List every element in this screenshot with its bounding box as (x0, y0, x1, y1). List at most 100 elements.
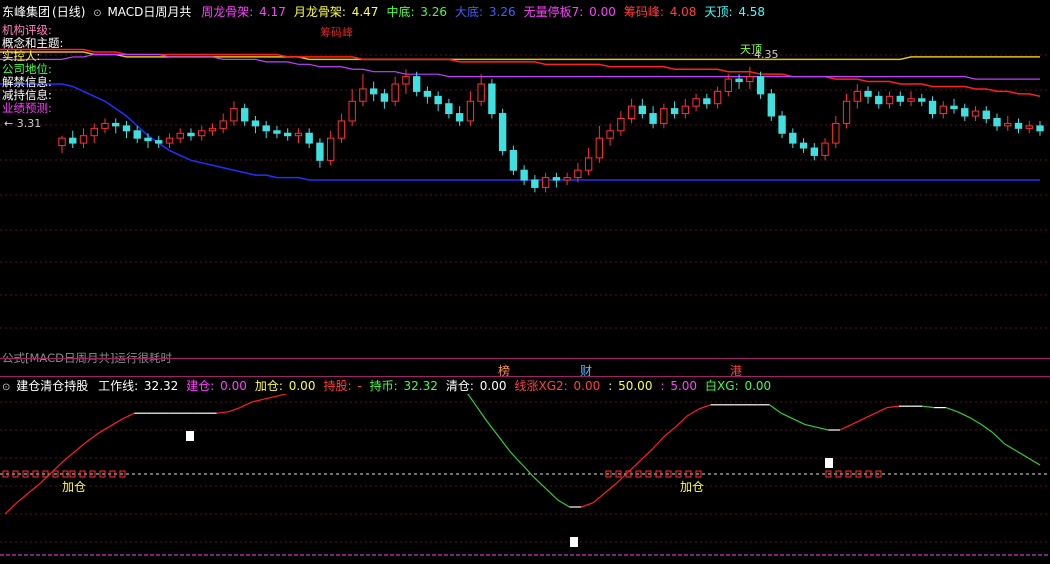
work-line-segment (992, 432, 1006, 445)
candle-up (681, 105, 690, 115)
candle-down (961, 108, 969, 117)
lower-indicator-item: 清仓: 0.00 (446, 379, 509, 393)
lower-indicator-name[interactable]: 建仓清仓持股 (16, 379, 88, 393)
price-chart[interactable] (0, 0, 1050, 355)
work-line-segment (522, 464, 535, 479)
candle-down (756, 76, 765, 95)
candle-down (69, 137, 77, 144)
work-line-segment (957, 411, 970, 418)
lower-indicator-label: 白XG: (705, 379, 739, 393)
candle-down (305, 132, 313, 144)
candle-down (251, 120, 260, 127)
work-line-segment (698, 404, 711, 410)
work-line-segment (486, 421, 500, 438)
lower-indicator-label: : (660, 379, 665, 393)
candle-up (660, 108, 668, 124)
work-line-segment (945, 407, 958, 413)
candle-down (509, 149, 518, 171)
work-line-segment (122, 412, 135, 420)
lower-indicator-values: 工作线: 32.32 建仓: 0.00 加仓: 0.00 持股: - 持币: 32.32… (98, 379, 779, 393)
work-line-segment (686, 408, 700, 417)
candle-up (842, 100, 851, 124)
sky-top-tag: 天顶 (740, 43, 762, 56)
work-line-segment (592, 492, 606, 504)
work-line-segment (1027, 457, 1041, 466)
candle-up (821, 142, 829, 156)
work-line-segment (780, 412, 794, 420)
monthly-dragon-line (0, 51, 1040, 61)
work-line-segment (651, 436, 665, 451)
work-line-segment (498, 436, 512, 453)
work-line-segment (769, 404, 782, 414)
lower-indicator-item: : 50.00 (608, 379, 654, 393)
candle-down (531, 179, 539, 188)
work-line-segment (75, 440, 88, 452)
separator-line-2 (0, 376, 1050, 377)
work-line-segment (263, 395, 276, 400)
work-line-segment (851, 418, 864, 425)
work-line-segment (557, 499, 570, 508)
white-signal-marker (570, 537, 578, 547)
candle-down (316, 142, 324, 161)
candle-down (112, 122, 120, 127)
work-line-segment (474, 404, 488, 422)
candle-up (939, 105, 947, 115)
candle-up (391, 83, 399, 102)
candle-up (574, 169, 582, 179)
candle-down (789, 132, 797, 144)
candle-up (230, 108, 238, 122)
work-line-segment (467, 394, 476, 406)
add-position-label-2: 加仓 (680, 480, 705, 494)
low-price-label: ← 3.31 (4, 117, 42, 130)
candle-up (713, 90, 722, 105)
candle-up (165, 137, 174, 144)
candle-down (1036, 125, 1044, 132)
candle-up (58, 137, 66, 147)
candle-down (412, 76, 421, 92)
candle-up (79, 135, 88, 144)
lower-indicator-value: 5.00 (666, 379, 698, 393)
lower-indicator-label: 线涨XG2: (514, 379, 568, 393)
work-line-segment (604, 482, 617, 494)
candle-down (735, 78, 743, 83)
work-line-segment (980, 423, 994, 434)
candle-up (90, 127, 98, 137)
candle-up (198, 130, 206, 137)
info-label[interactable]: 业绩预测: (2, 102, 63, 115)
work-line-segment (228, 407, 241, 413)
work-line-segment (110, 418, 123, 427)
candle-down (187, 132, 195, 137)
candle-down (993, 117, 1001, 127)
candle-down (918, 98, 926, 102)
position-chart[interactable] (0, 394, 1050, 564)
candle-up (724, 78, 733, 92)
candle-down (950, 105, 958, 110)
candle-down (552, 177, 561, 181)
candle-down (875, 95, 883, 105)
weekly-dragon-line (0, 53, 1040, 80)
lower-indicator-dropdown-icon[interactable]: ⊙ (2, 382, 10, 393)
lower-indicator-item: : 5.00 (660, 379, 699, 393)
candle-down (133, 130, 141, 139)
work-line-segment (275, 394, 288, 397)
candle-up (294, 132, 303, 137)
lower-indicator-item: 线涨XG2: 0.00 (514, 379, 602, 393)
work-line-segment (63, 450, 76, 462)
lower-indicator-item: 持币: 32.32 (370, 379, 440, 393)
lower-indicator-value: 50.00 (614, 379, 653, 393)
work-line-segment (216, 411, 229, 414)
candle-up (606, 130, 614, 139)
candle-up (208, 127, 217, 132)
white-signal-marker (825, 458, 833, 468)
candle-down (445, 103, 453, 115)
work-line-segment (16, 492, 29, 504)
work-line-segment (839, 423, 853, 431)
candle-down (982, 110, 990, 119)
lower-indicator-label: 持股: (323, 379, 352, 393)
candle-up (337, 120, 346, 139)
candle-up (466, 100, 475, 122)
work-line-segment (28, 482, 41, 494)
candle-down (1014, 122, 1023, 129)
work-line-segment (510, 451, 523, 466)
candle-down (498, 113, 507, 151)
